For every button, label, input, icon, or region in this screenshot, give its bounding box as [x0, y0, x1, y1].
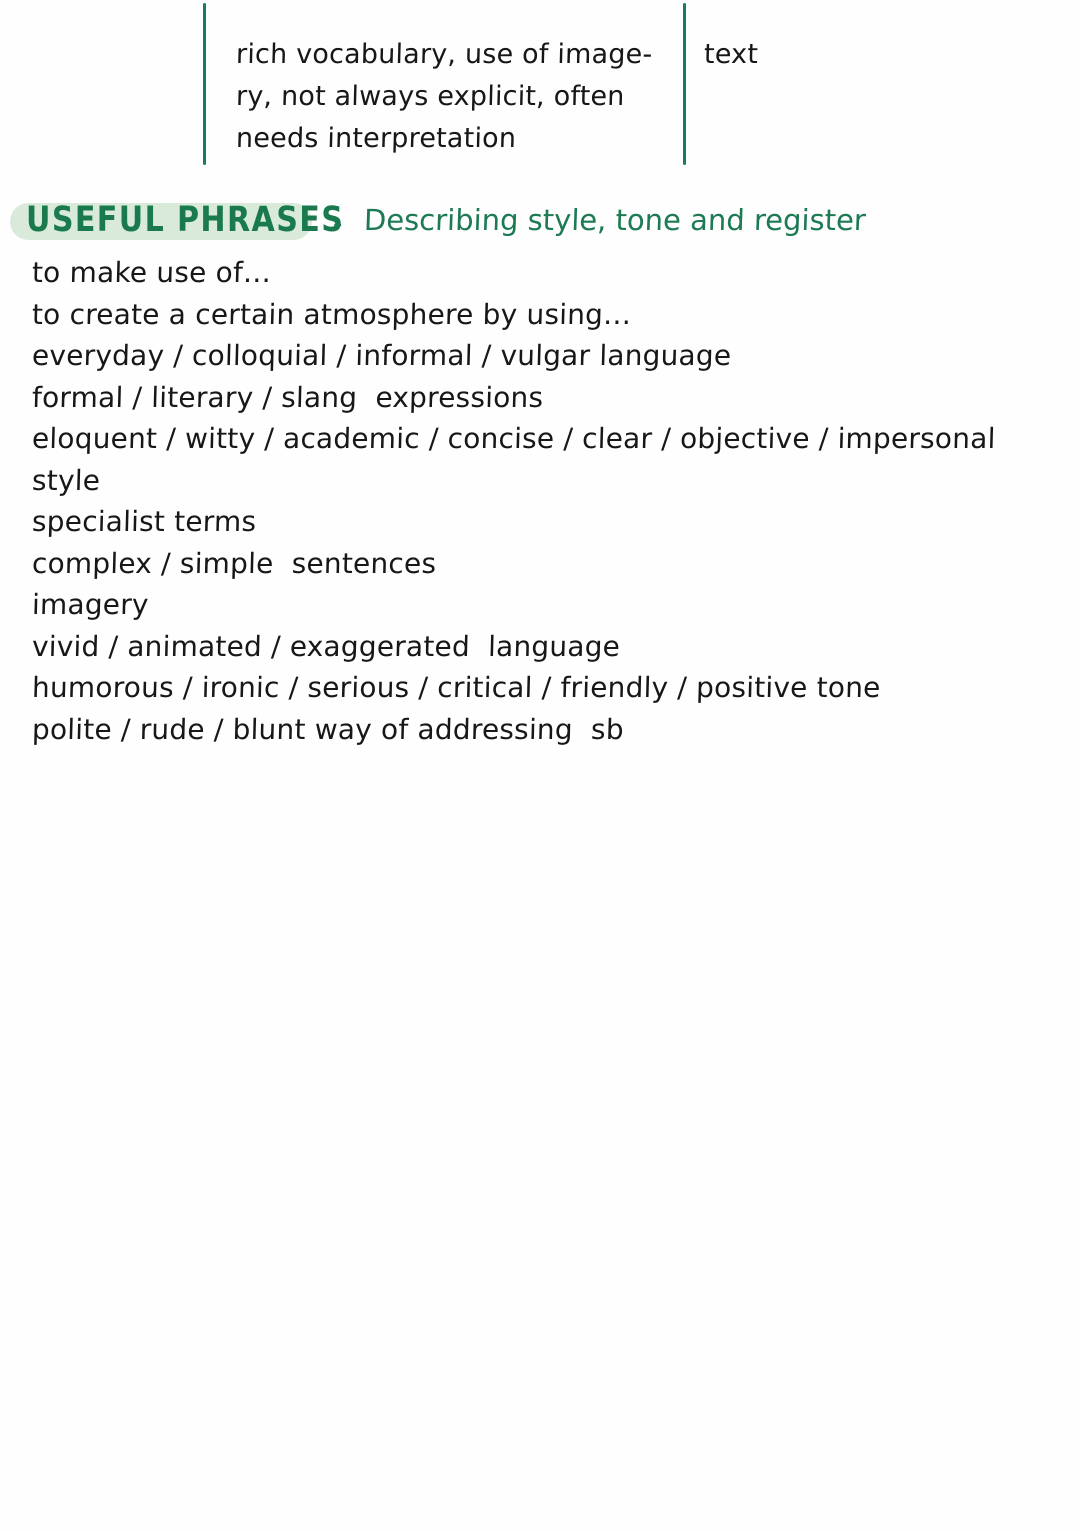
phrase-line: everyday / colloquial / informal / vulga…: [31, 339, 732, 372]
phrase-line: polite / rude / blunt way of addressing …: [31, 712, 625, 746]
phrase-line: vivid / animated / exaggerated language: [31, 629, 621, 663]
table-vertical-rule-left: [203, 3, 206, 165]
table-vertical-rule-right: [683, 3, 686, 165]
phrase-line: specialist terms: [31, 505, 257, 538]
phrase-line: imagery: [31, 588, 150, 621]
section-subtitle: Describing style, tone and register: [363, 203, 867, 237]
phrase-line: to make use of…: [31, 256, 272, 289]
phrase-line: eloquent / witty / academic / concise / …: [31, 422, 996, 455]
phrase-line: humorous / ironic / serious / critical /…: [31, 671, 882, 704]
table-cell-line: text: [703, 39, 759, 70]
phrase-line: complex / simple sentences: [31, 546, 437, 580]
phrase-line: style: [31, 463, 101, 497]
table-cell-description: rich vocabulary, use of image- ry, not a…: [236, 34, 676, 160]
section-heading: USEFUL PHRASES - Describing style, tone …: [0, 196, 1080, 248]
table-cell-line: ry, not always explicit, often: [235, 81, 625, 112]
notes-page: rich vocabulary, use of image- ry, not a…: [0, 0, 1080, 1531]
table-cell-text: text: [704, 34, 1034, 76]
phrase-line: formal / literary / slang expressions: [31, 380, 544, 414]
phrase-line: to create a certain atmosphere by using…: [31, 297, 632, 331]
heading-dash: -: [333, 209, 343, 239]
phrase-list: to make use of… to create a certain atmo…: [32, 252, 1052, 750]
table-cell-line: rich vocabulary, use of image-: [235, 39, 653, 70]
table-cell-line: needs interpretation: [235, 123, 517, 154]
section-title: USEFUL PHRASES: [26, 200, 345, 240]
table-fragment: rich vocabulary, use of image- ry, not a…: [0, 0, 1080, 175]
